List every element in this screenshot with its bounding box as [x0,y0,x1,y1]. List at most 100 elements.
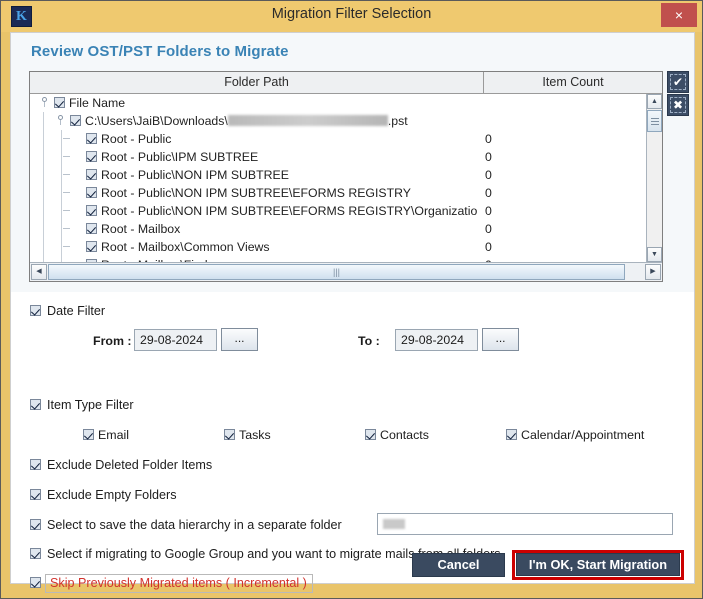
scroll-up-icon[interactable]: ▲ [647,94,662,109]
tree-row[interactable]: Root - Mailbox\Common Views 0 [30,238,647,256]
redacted-value [383,519,405,529]
tree-row[interactable]: Root - Mailbox 0 [30,220,647,238]
tree-row[interactable]: File Name [30,94,647,112]
tree-row-label: Root - Public\IPM SUBTREE [86,148,258,166]
tree-expander-icon[interactable] [54,115,65,126]
tree-row-text: Root - Public\NON IPM SUBTREE [101,168,289,182]
tree-action-buttons: ✔ ✖ [667,71,689,117]
column-header-folder-path[interactable]: Folder Path [30,72,484,93]
folder-tree-rows[interactable]: File Name C:\Users\JaiB\Downloads\ .pst Roo… [30,94,647,262]
tree-vertical-scrollbar[interactable]: ▲ ▼ [646,94,662,262]
tree-branch-dash [63,210,70,211]
cancel-button[interactable]: Cancel [412,553,505,577]
checkbox-icon[interactable] [86,187,97,198]
scroll-down-icon[interactable]: ▼ [647,247,662,262]
checkbox-icon[interactable] [30,399,41,410]
scroll-left-icon[interactable]: ◀ [31,264,47,280]
save-hierarchy-label: Select to save the data hierarchy in a s… [47,518,342,532]
from-date-input[interactable]: 29-08-2024 [134,329,217,351]
horizontal-scroll-thumb[interactable]: ||| [48,264,625,280]
tree-row-label: Root - Public\NON IPM SUBTREE\EFORMS REG… [86,184,411,202]
item-type-tasks-label: Tasks [239,428,271,442]
filter-options-pane: Date Filter From : 29-08-2024 ... To : 2… [11,292,694,593]
column-header-item-count[interactable]: Item Count [484,72,662,93]
checkbox-icon[interactable] [224,429,235,440]
hierarchy-folder-input[interactable] [377,513,673,535]
tree-row-text: File Name [69,96,126,110]
tree-guide-line [61,166,62,184]
from-label: From : [93,334,132,348]
checkbox-icon[interactable] [30,519,41,530]
tree-guide-line [43,130,44,148]
start-migration-button[interactable]: I'm OK, Start Migration [516,553,680,576]
tree-row-item-count: 0 [485,150,492,164]
exclude-empty-folders-checkbox[interactable]: Exclude Empty Folders [30,488,177,502]
skip-previously-migrated-checkbox[interactable]: Skip Previously Migrated items ( Increme… [30,574,313,593]
tree-row-item-count: 0 [485,222,492,236]
tree-row[interactable]: Root - Public\NON IPM SUBTREE 0 [30,166,647,184]
item-type-tasks-checkbox[interactable]: Tasks [224,428,271,442]
vertical-scroll-thumb[interactable] [647,110,662,132]
start-migration-highlight: I'm OK, Start Migration [512,550,684,580]
migration-filter-dialog: K Migration Filter Selection × Review OS… [0,0,703,599]
tree-guide-line [61,130,62,148]
tree-guide-line [43,202,44,220]
tree-guide-line [43,238,44,256]
from-date-browse-button[interactable]: ... [221,328,258,351]
to-date-browse-button[interactable]: ... [482,328,519,351]
tree-row[interactable]: Root - Public 0 [30,130,647,148]
skip-previously-migrated-label: Skip Previously Migrated items ( Increme… [45,574,313,593]
tree-guide-line [61,184,62,202]
scroll-right-icon[interactable]: ▶ [645,264,661,280]
tree-column-headers: Folder Path Item Count [30,72,662,94]
tree-branch-dash [63,246,70,247]
checkbox-icon[interactable] [54,97,65,108]
dialog-content: Review OST/PST Folders to Migrate Folder… [10,32,695,593]
tree-row-text-suffix: .pst [387,114,408,128]
checkbox-icon[interactable] [30,577,41,588]
tree-branch-dash [63,174,70,175]
exclude-deleted-folder-items-checkbox[interactable]: Exclude Deleted Folder Items [30,458,212,472]
tree-guide-line [61,202,62,220]
checkbox-icon[interactable] [86,205,97,216]
folder-selection-pane: Review OST/PST Folders to Migrate Folder… [11,33,694,292]
checkbox-icon[interactable] [30,305,41,316]
checkbox-icon[interactable] [365,429,376,440]
checkbox-icon[interactable] [86,241,97,252]
tree-row-text: Root - Mailbox\Common Views [101,240,270,254]
checkbox-icon[interactable] [86,133,97,144]
checkbox-icon[interactable] [30,548,41,559]
select-all-icon[interactable]: ✔ [667,71,689,93]
item-type-contacts-checkbox[interactable]: Contacts [365,428,429,442]
tree-horizontal-scrollbar[interactable]: ◀ ||| ▶ [30,262,662,281]
tree-row[interactable]: Root - Public\NON IPM SUBTREE\EFORMS REG… [30,202,647,220]
date-filter-checkbox[interactable]: Date Filter [30,304,105,318]
tree-row[interactable]: C:\Users\JaiB\Downloads\ .pst [30,112,647,130]
tree-row-label: Root - Mailbox\Common Views [86,238,270,256]
item-type-email-checkbox[interactable]: Email [83,428,129,442]
tree-guide-line [61,238,62,256]
window-title: Migration Filter Selection [271,6,432,22]
item-type-filter-checkbox[interactable]: Item Type Filter [30,398,134,412]
to-date-input[interactable]: 29-08-2024 [395,329,478,351]
item-type-calendar-checkbox[interactable]: Calendar/Appointment [506,428,644,442]
checkbox-icon[interactable] [86,151,97,162]
checkbox-icon[interactable] [86,223,97,234]
save-hierarchy-checkbox[interactable]: Select to save the data hierarchy in a s… [30,518,342,532]
checkbox-icon[interactable] [30,489,41,500]
checkbox-icon[interactable] [70,115,81,126]
checkbox-icon[interactable] [30,459,41,470]
tree-row[interactable]: Root - Public\IPM SUBTREE 0 [30,148,647,166]
tree-guide-line [61,220,62,238]
tree-expander-icon[interactable] [38,97,49,108]
tree-row-item-count: 0 [485,186,492,200]
exclude-empty-folders-label: Exclude Empty Folders [47,488,177,502]
tree-row-text: Root - Public\NON IPM SUBTREE\EFORMS REG… [101,186,411,200]
checkbox-icon[interactable] [506,429,517,440]
checkbox-icon[interactable] [83,429,94,440]
clear-all-icon[interactable]: ✖ [667,94,689,116]
tree-guide-line [43,148,44,166]
tree-row[interactable]: Root - Public\NON IPM SUBTREE\EFORMS REG… [30,184,647,202]
checkbox-icon[interactable] [86,169,97,180]
close-icon[interactable]: × [661,3,697,27]
